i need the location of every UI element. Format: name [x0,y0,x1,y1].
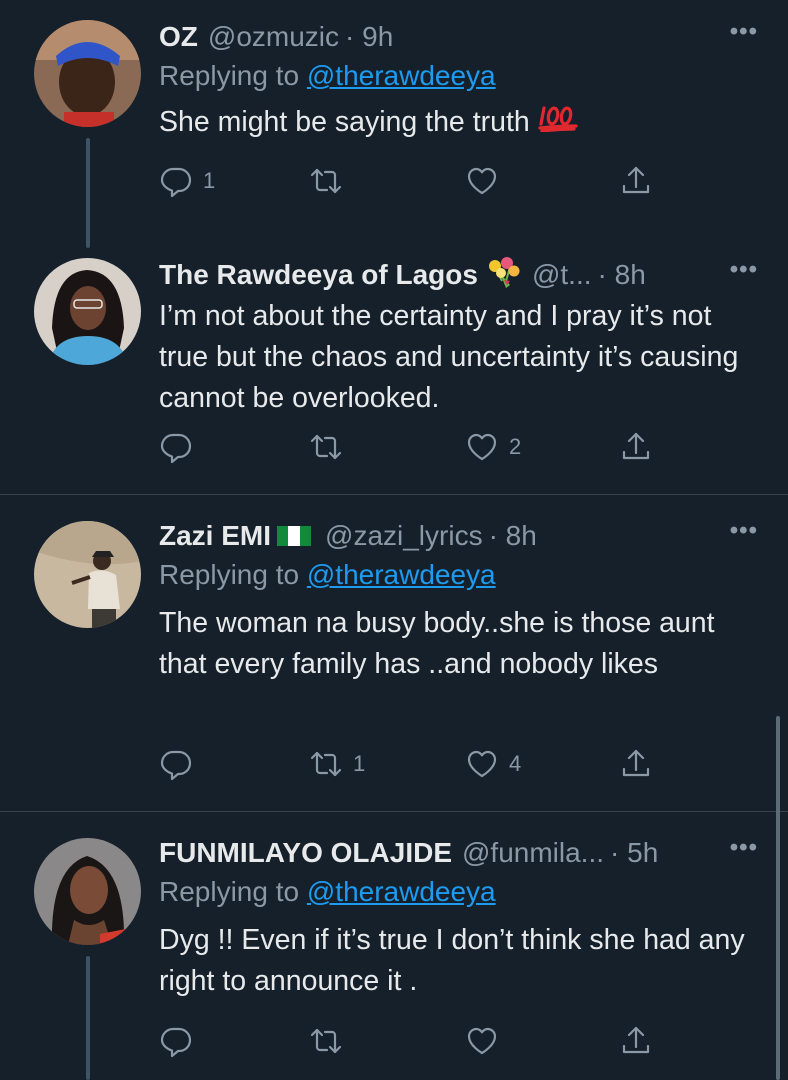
bouquet-icon [486,255,522,296]
tweet-2[interactable]: The Rawdeeya of Lagos @t... · 8h ••• I’m… [0,250,788,494]
display-name[interactable]: The Rawdeeya of Lagos [159,259,478,291]
timestamp[interactable]: · 5h [610,837,658,869]
share-button[interactable] [619,164,653,198]
reply-icon [160,1027,192,1058]
reply-button[interactable] [159,747,203,781]
reply-count: 1 [203,168,216,193]
scrollbar[interactable] [776,716,780,1080]
user-handle[interactable]: @t... [532,259,592,291]
user-handle[interactable]: @funmila... [462,837,604,869]
heart-icon [467,1027,497,1055]
tweet-text: Dyg !! Even if it’s true I don’t think s… [159,924,745,997]
retweet-icon [310,168,342,194]
retweet-icon [310,751,342,777]
more-options-icon[interactable]: ••• [730,18,758,46]
tweet-actions: 1 [159,164,659,204]
tweet-header: FUNMILAYO OLAJIDE @funmila... · 5h ••• [159,834,758,872]
replying-to: Replying to @therawdeeya [159,559,758,591]
replying-to: Replying to @therawdeeya [159,876,758,908]
display-name[interactable]: OZ [159,21,198,53]
more-options-icon[interactable]: ••• [730,834,758,862]
share-icon [622,749,650,777]
timestamp[interactable]: · 8h [598,259,646,291]
tweet-1[interactable]: OZ @ozmuzic · 9h ••• Replying to @theraw… [0,0,788,250]
tweet-3[interactable]: Zazi EMI @zazi_lyrics · 8h ••• Replying … [0,495,788,811]
display-name[interactable]: FUNMILAYO OLAJIDE [159,837,452,869]
like-button[interactable] [465,1024,509,1058]
avatar[interactable] [34,258,141,365]
timestamp[interactable]: · 9h [345,21,393,53]
retweet-icon [310,1028,342,1054]
tweet-text: I’m not about the certainty and I pray i… [159,300,739,414]
user-handle[interactable]: @zazi_lyrics [325,520,483,552]
timestamp[interactable]: · 8h [489,520,537,552]
100-icon [538,103,578,144]
reply-icon [160,750,192,781]
replying-label: Replying to [159,559,307,590]
tweet-actions: 1 4 [159,747,659,787]
tweet-header: The Rawdeeya of Lagos @t... · 8h ••• [159,256,758,294]
user-handle[interactable]: @ozmuzic [208,21,339,53]
like-count: 2 [509,434,522,459]
heart-icon [467,433,497,461]
tweet-text: She might be saying the truth [159,102,758,144]
share-button[interactable] [619,430,653,464]
tweet-actions [159,1024,659,1064]
replying-to: Replying to @therawdeeya [159,60,758,92]
reply-icon [160,433,192,464]
retweet-count: 1 [353,751,366,776]
mention-link[interactable]: @therawdeeya [307,559,496,590]
heart-icon [467,750,497,778]
tweet-text-body: She might be saying the truth [159,106,530,138]
share-icon [622,166,650,194]
retweet-button[interactable] [309,164,353,198]
thread-line [86,956,90,1080]
more-options-icon[interactable]: ••• [730,256,758,284]
thread-line [86,138,90,248]
reply-button[interactable] [159,1024,203,1058]
share-button[interactable] [619,1024,653,1058]
retweet-button[interactable] [309,430,353,464]
replying-label: Replying to [159,60,307,91]
tweet-text: The woman na busy body..she is those aun… [159,607,715,680]
avatar[interactable] [34,20,141,127]
retweet-icon [310,434,342,460]
mention-link[interactable]: @therawdeeya [307,60,496,91]
share-icon [622,432,650,460]
share-button[interactable] [619,747,653,781]
like-button[interactable]: 4 [465,747,521,781]
retweet-button[interactable] [309,1024,353,1058]
replying-label: Replying to [159,876,307,907]
reply-button[interactable] [159,430,203,464]
tweet-header: Zazi EMI @zazi_lyrics · 8h ••• [159,517,758,555]
like-button[interactable] [465,164,509,198]
avatar[interactable] [34,521,141,628]
reply-icon [160,167,192,198]
avatar[interactable] [34,838,141,945]
display-name[interactable]: Zazi EMI [159,520,271,552]
mention-link[interactable]: @therawdeeya [307,876,496,907]
nigeria-flag-icon [277,526,311,546]
tweet-4[interactable]: FUNMILAYO OLAJIDE @funmila... · 5h ••• R… [0,812,788,1080]
reply-button[interactable]: 1 [159,164,215,198]
retweet-button[interactable]: 1 [309,747,365,781]
like-button[interactable]: 2 [465,430,521,464]
tweet-actions: 2 [159,430,659,470]
heart-icon [467,167,497,195]
share-icon [622,1026,650,1054]
like-count: 4 [509,751,522,776]
more-options-icon[interactable]: ••• [730,517,758,545]
tweet-header: OZ @ozmuzic · 9h ••• [159,18,758,56]
